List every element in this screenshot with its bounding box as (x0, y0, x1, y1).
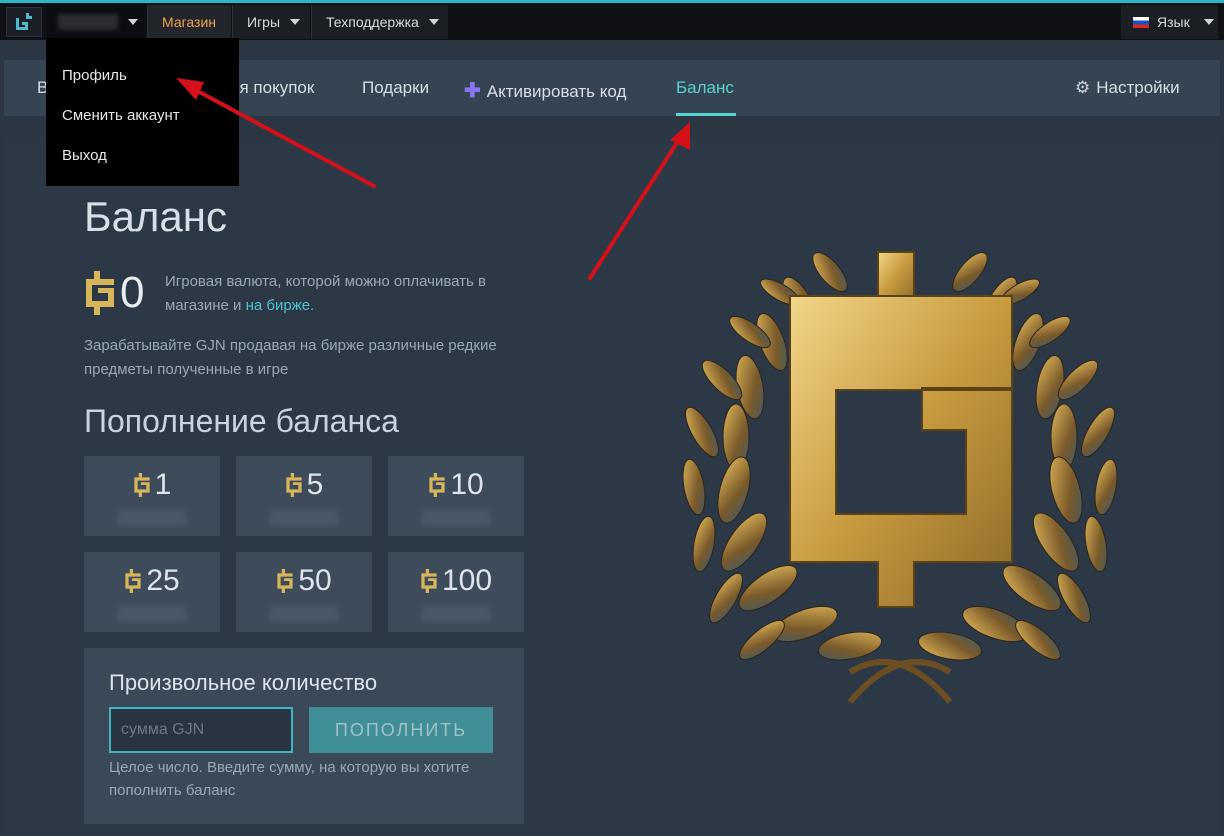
menu-item-profile[interactable]: Профиль (62, 67, 127, 84)
gear-icon: ⚙ (1075, 78, 1091, 97)
tab-balance[interactable]: Баланс (676, 78, 734, 98)
topup-amount: 25 (146, 564, 180, 597)
nav-support[interactable]: Техподдержка (311, 5, 448, 39)
chevron-down-icon (290, 19, 301, 25)
redacted-price (421, 510, 491, 526)
tab-settings-label: Настройки (1096, 78, 1180, 97)
chevron-down-icon (428, 19, 439, 25)
gjn-currency-icon (277, 569, 293, 593)
amount-input[interactable] (109, 707, 293, 753)
redacted-price (269, 606, 339, 622)
chevron-down-icon (1203, 19, 1214, 25)
topup-tile-50[interactable]: 50 (236, 552, 372, 632)
redacted-price (117, 606, 187, 622)
account-dropdown: Профиль Сменить аккаунт Выход (46, 38, 239, 186)
gjn-currency-icon (286, 473, 302, 497)
topup-amount: 1 (154, 468, 172, 501)
tab-activate-code-label: Активировать код (486, 82, 627, 101)
tab-gifts[interactable]: Подарки (362, 78, 429, 98)
exchange-link[interactable]: на бирже. (246, 297, 315, 314)
topup-tile-25[interactable]: 25 (84, 552, 220, 632)
balance-description-text: Игровая валюта, которой можно оплачивать… (165, 273, 486, 314)
balance-value: 0 (120, 268, 145, 317)
page-title: Баланс (84, 193, 227, 240)
active-tab-indicator (676, 113, 736, 116)
app-logo[interactable] (6, 7, 42, 37)
topup-tile-100[interactable]: 100 (388, 552, 524, 632)
nav-store[interactable]: Магазин (147, 5, 231, 39)
topup-button[interactable]: ПОПОЛНИТЬ (309, 707, 493, 753)
balance-amount: 0 (84, 268, 144, 318)
redacted-username (58, 14, 118, 30)
topup-heading: Пополнение баланса (84, 403, 399, 439)
amount-hint: Целое число. Введите сумму, на которую в… (109, 759, 470, 799)
gjn-currency-icon (125, 569, 141, 593)
balance-description: Игровая валюта, которой можно оплачивать… (165, 270, 525, 318)
language-label: Язык (1157, 14, 1190, 30)
custom-amount-panel: Произвольное количество ПОПОЛНИТЬ Целое … (84, 648, 524, 824)
custom-amount-title: Произвольное количество (109, 670, 378, 695)
account-menu-button[interactable] (46, 5, 146, 39)
nav-games[interactable]: Игры (232, 5, 310, 39)
menu-item-switch-account[interactable]: Сменить аккаунт (62, 107, 180, 124)
gjn-currency-icon (134, 473, 150, 497)
topup-amount: 5 (306, 468, 324, 501)
topup-tile-5[interactable]: 5 (236, 456, 372, 536)
gjn-currency-icon (429, 473, 445, 497)
redacted-price (269, 510, 339, 526)
logo-icon (16, 13, 32, 30)
chevron-down-icon (128, 19, 138, 25)
gjn-currency-icon (86, 271, 114, 315)
nav-games-label: Игры (247, 14, 281, 30)
russia-flag-icon (1133, 16, 1149, 28)
top-bar: Магазин Игры Техподдержка Язык (0, 0, 1224, 40)
plus-icon: ✚ (464, 80, 481, 102)
redacted-price (117, 510, 187, 526)
topup-amount: 100 (441, 564, 493, 597)
topup-tile-1[interactable]: 1 (84, 456, 220, 536)
nav-support-label: Техподдержка (326, 14, 419, 30)
gjn-currency-icon (421, 569, 437, 593)
menu-item-logout[interactable]: Выход (62, 147, 107, 164)
language-selector[interactable]: Язык (1121, 5, 1218, 39)
tab-settings[interactable]: ⚙ Настройки (1075, 78, 1180, 98)
earn-description: Зарабатывайте GJN продавая на бирже разл… (84, 337, 497, 378)
topup-amount: 10 (450, 468, 484, 501)
nav-store-label: Магазин (162, 14, 217, 30)
topup-amount: 50 (298, 564, 332, 597)
topup-tile-10[interactable]: 10 (388, 456, 524, 536)
redacted-price (421, 606, 491, 622)
gjn-laurel-emblem (682, 251, 1118, 704)
tab-purchase-history[interactable]: ия покупок (230, 78, 314, 98)
tab-activate-code[interactable]: ✚ Активировать код (464, 78, 626, 103)
